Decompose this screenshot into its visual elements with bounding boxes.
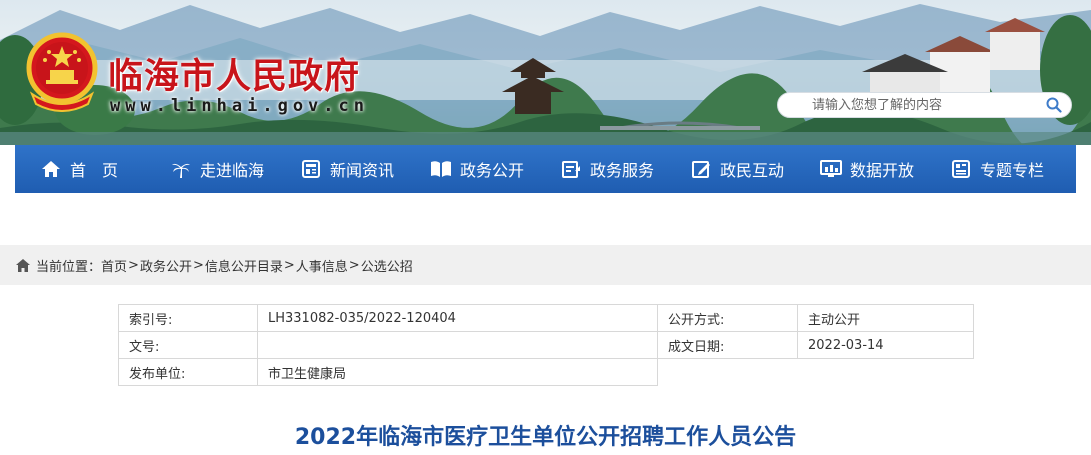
- nav-item-gov-service[interactable]: 政务服务: [560, 145, 654, 193]
- search-input[interactable]: [778, 93, 1037, 117]
- nav-item-topics[interactable]: 专题专栏: [950, 145, 1044, 193]
- service-icon: [560, 158, 582, 180]
- main-nav: 首 页 走进临海 新闻资讯 政务公开 政务服务 政民互动 数据开放 专题专栏: [15, 145, 1076, 193]
- nav-label: 政民互动: [720, 161, 785, 180]
- breadcrumb-link-home[interactable]: 首页: [101, 256, 127, 275]
- nav-label: 政务公开: [460, 161, 525, 180]
- nav-label: 专题专栏: [980, 161, 1045, 180]
- breadcrumb-separator: >: [128, 257, 139, 273]
- nav-item-interaction[interactable]: 政民互动: [690, 145, 784, 193]
- nav-item-news[interactable]: 新闻资讯: [300, 145, 394, 193]
- nav-item-gov-open[interactable]: 政务公开: [430, 145, 524, 193]
- nav-item-about[interactable]: 走进临海: [170, 145, 264, 193]
- data-chart-icon: [820, 158, 842, 180]
- index-label: 索引号:: [118, 304, 258, 332]
- doc-number-label: 文号:: [118, 331, 258, 359]
- edit-icon: [690, 158, 712, 180]
- book-icon: [430, 158, 452, 180]
- search-box: [777, 92, 1072, 118]
- news-icon: [300, 158, 322, 180]
- table-row: 发布单位: 市卫生健康局: [118, 358, 974, 386]
- topic-icon: [950, 158, 972, 180]
- open-mode-label: 公开方式:: [657, 304, 798, 332]
- breadcrumb-link-catalog[interactable]: 信息公开目录: [205, 256, 283, 275]
- publisher-value: 市卫生健康局: [257, 358, 658, 386]
- breadcrumb-prefix: 当前位置：: [36, 259, 102, 275]
- breadcrumb-link-recruitment[interactable]: 公选公招: [361, 256, 413, 275]
- breadcrumb-link-gov-open[interactable]: 政务公开: [140, 256, 192, 275]
- search-icon: [1046, 97, 1062, 113]
- nav-label: 政务服务: [590, 161, 655, 180]
- table-row: 索引号: LH331082-035/2022-120404 公开方式: 主动公开: [118, 304, 974, 332]
- date-label: 成文日期:: [657, 331, 798, 359]
- home-icon: [16, 258, 30, 272]
- header-banner: 临海市人民政府 www.linhai.gov.cn: [0, 0, 1091, 145]
- site-title: 临海市人民政府: [108, 56, 361, 97]
- nav-label: 首 页: [70, 161, 119, 180]
- breadcrumb-separator: >: [348, 257, 360, 273]
- index-value: LH331082-035/2022-120404: [257, 304, 658, 332]
- breadcrumb-separator: >: [192, 257, 204, 273]
- home-icon: [40, 158, 62, 180]
- breadcrumb: 当前位置： 首页 > 政务公开 > 信息公开目录 > 人事信息 > 公选公招: [0, 245, 1091, 285]
- breadcrumb-separator: >: [283, 257, 295, 273]
- date-value: 2022-03-14: [797, 331, 974, 359]
- national-emblem-icon: [26, 32, 98, 112]
- open-mode-value: 主动公开: [797, 304, 974, 332]
- nav-label: 走进临海: [200, 161, 265, 180]
- nav-label: 新闻资讯: [330, 161, 395, 180]
- table-row: 文号: 成文日期: 2022-03-14: [118, 331, 974, 359]
- nav-item-home[interactable]: 首 页: [40, 145, 118, 193]
- publisher-label: 发布单位:: [118, 358, 258, 386]
- article-title: 2022年临海市医疗卫生单位公开招聘工作人员公告: [294, 425, 797, 450]
- nav-label: 数据开放: [850, 161, 915, 180]
- search-button[interactable]: [1037, 93, 1071, 117]
- nav-item-open-data[interactable]: 数据开放: [820, 145, 914, 193]
- document-meta-table: 索引号: LH331082-035/2022-120404 公开方式: 主动公开…: [118, 304, 974, 386]
- breadcrumb-link-personnel[interactable]: 人事信息: [296, 256, 348, 275]
- site-url: www.linhai.gov.cn: [110, 96, 369, 116]
- empty-cell: [658, 359, 798, 386]
- doc-number-value: [257, 331, 658, 359]
- empty-cell: [798, 359, 974, 386]
- palm-tree-icon: [170, 158, 192, 180]
